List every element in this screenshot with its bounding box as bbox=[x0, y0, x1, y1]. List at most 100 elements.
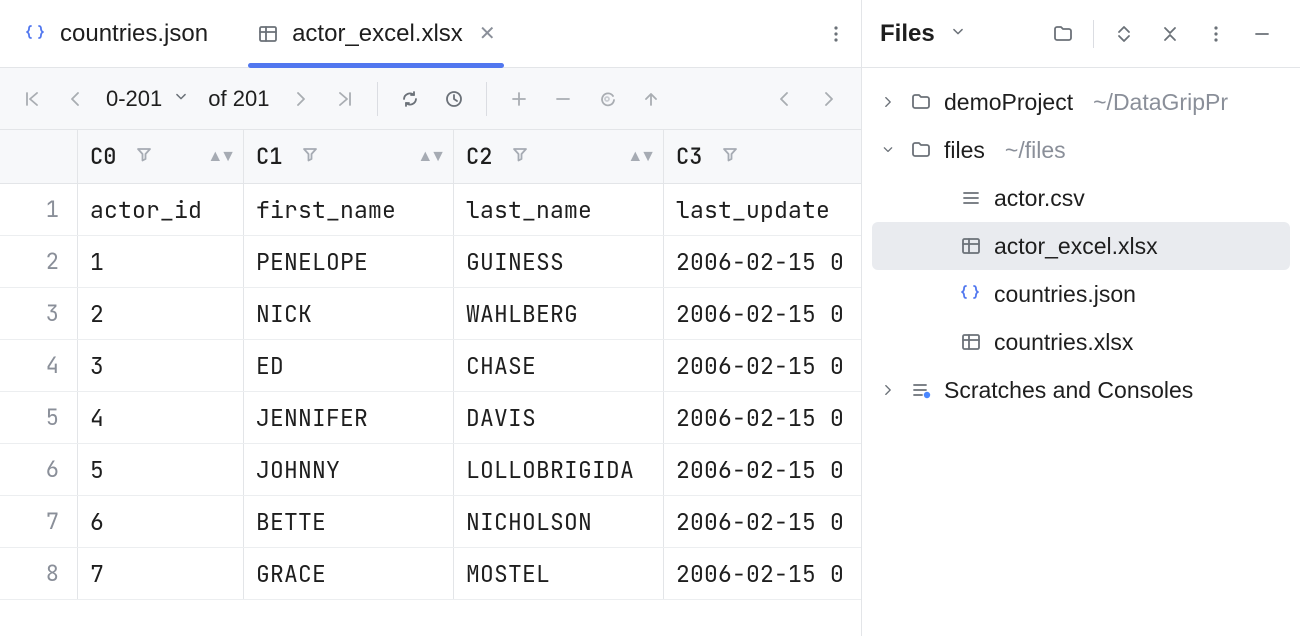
file-tree[interactable]: demoProject~/DataGripPr files ~/files actor… bbox=[862, 68, 1300, 636]
cell[interactable]: first_name bbox=[244, 184, 454, 235]
column-name: C2 bbox=[466, 142, 492, 171]
sort-icon[interactable]: ▲▼ bbox=[207, 148, 233, 166]
expand-all-button[interactable] bbox=[1104, 14, 1144, 54]
column-header-c0[interactable]: C0 ▲▼ bbox=[78, 130, 244, 183]
close-icon[interactable]: ✕ bbox=[479, 21, 496, 46]
cell[interactable]: JOHNNY bbox=[244, 444, 454, 495]
chevron-down-icon[interactable] bbox=[878, 142, 898, 158]
cell[interactable]: 2006-02-15 0 bbox=[664, 392, 861, 443]
tree-node-label: actor.csv bbox=[994, 185, 1085, 212]
delete-row-button[interactable] bbox=[543, 79, 583, 119]
tree-node[interactable]: actor_excel.xlsx bbox=[872, 222, 1290, 270]
collapse-all-button[interactable] bbox=[1150, 14, 1190, 54]
cell[interactable]: 7 bbox=[78, 548, 244, 599]
prev-page-button[interactable] bbox=[56, 79, 96, 119]
filter-icon[interactable] bbox=[510, 144, 530, 170]
cell[interactable]: NICHOLSON bbox=[454, 496, 664, 547]
history-button[interactable] bbox=[434, 79, 474, 119]
table-row[interactable]: 32NICKWAHLBERG2006-02-15 0 bbox=[0, 288, 861, 340]
cell[interactable]: JENNIFER bbox=[244, 392, 454, 443]
tree-node[interactable]: countries.xlsx bbox=[862, 318, 1300, 366]
next-page-button[interactable] bbox=[281, 79, 321, 119]
table-row[interactable]: 76BETTENICHOLSON2006-02-15 0 bbox=[0, 496, 861, 548]
cell[interactable]: 2006-02-15 0 bbox=[664, 548, 861, 599]
nav-forward-button[interactable] bbox=[809, 79, 849, 119]
tree-node-path: ~/DataGripPr bbox=[1093, 89, 1228, 116]
csv-icon bbox=[958, 187, 984, 209]
cell[interactable]: ED bbox=[244, 340, 454, 391]
cell[interactable]: actor_id bbox=[78, 184, 244, 235]
cell[interactable]: 2006-02-15 0 bbox=[664, 496, 861, 547]
chevron-right-icon[interactable] bbox=[878, 382, 898, 398]
cell[interactable]: 2006-02-15 0 bbox=[664, 236, 861, 287]
json-icon bbox=[958, 283, 984, 305]
cell[interactable]: 1 bbox=[78, 236, 244, 287]
cell[interactable]: 2006-02-15 0 bbox=[664, 340, 861, 391]
cell[interactable]: BETTE bbox=[244, 496, 454, 547]
cell[interactable]: CHASE bbox=[454, 340, 664, 391]
submit-button[interactable] bbox=[631, 79, 671, 119]
row-number: 8 bbox=[0, 548, 78, 599]
column-header-c3[interactable]: C3 bbox=[664, 130, 861, 183]
table-row[interactable]: 65JOHNNYLOLLOBRIGIDA2006-02-15 0 bbox=[0, 444, 861, 496]
cell[interactable]: MOSTEL bbox=[454, 548, 664, 599]
data-grid[interactable]: C0 ▲▼ C1 ▲▼ C2 ▲▼ C3 bbox=[0, 130, 861, 636]
table-row[interactable]: 21PENELOPEGUINESS2006-02-15 0 bbox=[0, 236, 861, 288]
new-folder-button[interactable] bbox=[1043, 14, 1083, 54]
tree-node-path: ~/files bbox=[1005, 137, 1066, 164]
cell[interactable]: GRACE bbox=[244, 548, 454, 599]
cell[interactable]: 2006-02-15 0 bbox=[664, 444, 861, 495]
row-number: 7 bbox=[0, 496, 78, 547]
tree-node[interactable]: Scratches and Consoles bbox=[862, 366, 1300, 414]
tree-node[interactable]: files ~/files bbox=[862, 126, 1300, 174]
cell[interactable]: NICK bbox=[244, 288, 454, 339]
cell[interactable]: 2006-02-15 0 bbox=[664, 288, 861, 339]
table-row[interactable]: 43EDCHASE2006-02-15 0 bbox=[0, 340, 861, 392]
cell[interactable]: last_name bbox=[454, 184, 664, 235]
cell[interactable]: 6 bbox=[78, 496, 244, 547]
row-range-selector[interactable]: 0-201 bbox=[100, 86, 196, 112]
sort-icon[interactable]: ▲▼ bbox=[627, 148, 653, 166]
separator bbox=[1093, 20, 1094, 48]
cell[interactable]: 3 bbox=[78, 340, 244, 391]
sort-icon[interactable]: ▲▼ bbox=[417, 148, 443, 166]
column-header-c1[interactable]: C1 ▲▼ bbox=[244, 130, 454, 183]
tree-node[interactable]: demoProject~/DataGripPr bbox=[862, 78, 1300, 126]
first-page-button[interactable] bbox=[12, 79, 52, 119]
table-row[interactable]: 87GRACEMOSTEL2006-02-15 0 bbox=[0, 548, 861, 600]
cell[interactable]: 5 bbox=[78, 444, 244, 495]
revert-button[interactable] bbox=[587, 79, 627, 119]
chevron-down-icon[interactable] bbox=[949, 21, 967, 47]
tree-node-label: files bbox=[944, 137, 985, 164]
cell[interactable]: LOLLOBRIGIDA bbox=[454, 444, 664, 495]
cell[interactable]: 4 bbox=[78, 392, 244, 443]
files-panel-title: Files bbox=[880, 20, 935, 48]
filter-icon[interactable] bbox=[300, 144, 320, 170]
cell[interactable]: GUINESS bbox=[454, 236, 664, 287]
add-row-button[interactable] bbox=[499, 79, 539, 119]
tab-actor-excel[interactable]: actor_excel.xlsx ✕ bbox=[232, 0, 520, 67]
cell[interactable]: DAVIS bbox=[454, 392, 664, 443]
tree-node[interactable]: actor.csv bbox=[862, 174, 1300, 222]
tree-node[interactable]: countries.json bbox=[862, 270, 1300, 318]
last-page-button[interactable] bbox=[325, 79, 365, 119]
table-row[interactable]: 54JENNIFERDAVIS2006-02-15 0 bbox=[0, 392, 861, 444]
column-name: C0 bbox=[90, 142, 116, 171]
filter-icon[interactable] bbox=[720, 144, 740, 170]
cell[interactable]: last_update bbox=[664, 184, 861, 235]
nav-back-button[interactable] bbox=[765, 79, 805, 119]
cell[interactable]: PENELOPE bbox=[244, 236, 454, 287]
tab-countries-json[interactable]: countries.json bbox=[0, 0, 232, 67]
tab-label: actor_excel.xlsx bbox=[292, 20, 463, 48]
cell[interactable]: WAHLBERG bbox=[454, 288, 664, 339]
tabs-overflow-button[interactable] bbox=[811, 0, 861, 67]
hide-panel-button[interactable] bbox=[1242, 14, 1282, 54]
table-row[interactable]: 1actor_idfirst_namelast_namelast_update bbox=[0, 184, 861, 236]
panel-options-button[interactable] bbox=[1196, 14, 1236, 54]
cell[interactable]: 2 bbox=[78, 288, 244, 339]
reload-button[interactable] bbox=[390, 79, 430, 119]
tree-node-label: actor_excel.xlsx bbox=[994, 233, 1158, 260]
chevron-right-icon[interactable] bbox=[878, 94, 898, 110]
filter-icon[interactable] bbox=[134, 144, 154, 170]
column-header-c2[interactable]: C2 ▲▼ bbox=[454, 130, 664, 183]
